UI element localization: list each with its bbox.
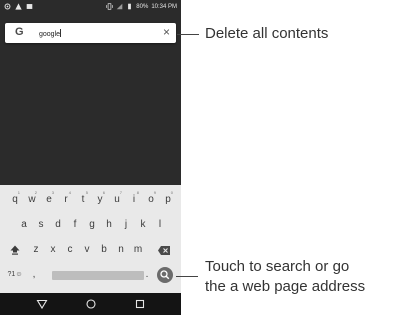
image-icon [26, 4, 33, 9]
text-cursor [60, 29, 62, 37]
search-input[interactable]: google [39, 29, 62, 38]
key-u[interactable]: u7 [109, 190, 125, 210]
comma-key[interactable]: , [28, 265, 40, 285]
keyboard-row-3: z x c v b n m [0, 240, 181, 260]
search-box[interactable]: G google × [5, 23, 176, 43]
backspace-key[interactable] [156, 240, 172, 260]
key-f[interactable]: f [67, 215, 83, 235]
key-a[interactable]: a [16, 215, 32, 235]
key-k[interactable]: k [135, 215, 151, 235]
google-logo-icon: G [15, 26, 24, 38]
signal-icon [116, 3, 123, 10]
search-icon [160, 270, 170, 280]
key-w[interactable]: w2 [24, 190, 40, 210]
key-c[interactable]: c [62, 240, 78, 260]
clear-callout-line [177, 34, 199, 35]
key-s[interactable]: s [33, 215, 49, 235]
key-d[interactable]: d [50, 215, 66, 235]
key-y[interactable]: y6 [92, 190, 108, 210]
space-bar[interactable] [52, 271, 144, 280]
battery-icon [128, 3, 132, 10]
key-t[interactable]: t5 [75, 190, 91, 210]
search-callout-line [176, 276, 198, 277]
key-p[interactable]: p0 [160, 190, 176, 210]
key-m[interactable]: m [130, 240, 146, 260]
recent-apps-icon[interactable] [134, 298, 146, 310]
shift-icon [10, 245, 20, 255]
clear-callout: Delete all contents [205, 25, 329, 42]
clear-button[interactable]: × [163, 25, 170, 39]
key-i[interactable]: i8 [126, 190, 142, 210]
key-g[interactable]: g [84, 215, 100, 235]
phone-screen: 80% 10:34 PM G google × q1 w2 e3 r4 t5 y… [0, 0, 181, 315]
key-v[interactable]: v [79, 240, 95, 260]
key-l[interactable]: l [152, 215, 168, 235]
key-e[interactable]: e3 [41, 190, 57, 210]
settings-icon [4, 3, 11, 10]
home-icon[interactable] [85, 298, 97, 310]
key-r[interactable]: r4 [58, 190, 74, 210]
battery-level: 80% [136, 3, 149, 10]
search-callout-line-1: Touch to search or go [205, 258, 350, 275]
backspace-icon [158, 246, 170, 255]
keyboard-row-2: a s d f g h j k l [0, 215, 181, 235]
period-key[interactable]: . [141, 265, 153, 285]
search-query: google [39, 31, 61, 38]
key-j[interactable]: j [118, 215, 134, 235]
search-callout-line-2: the a web page address [205, 278, 366, 295]
warning-icon [15, 3, 22, 10]
search-key[interactable] [157, 267, 173, 283]
key-h[interactable]: h [101, 215, 117, 235]
on-screen-keyboard: q1 w2 e3 r4 t5 y6 u7 i8 o9 p0 a s d f g … [0, 185, 181, 293]
key-q[interactable]: q1 [7, 190, 23, 210]
navigation-bar [0, 293, 181, 315]
key-z[interactable]: z [28, 240, 44, 260]
key-n[interactable]: n [113, 240, 129, 260]
back-icon[interactable] [36, 298, 48, 310]
keyboard-row-4: ?1☺ , . [0, 265, 181, 285]
keyboard-row-1: q1 w2 e3 r4 t5 y6 u7 i8 o9 p0 [0, 190, 181, 210]
shift-key[interactable] [7, 240, 23, 260]
vibrate-icon [106, 3, 113, 10]
symbols-key[interactable]: ?1☺ [6, 265, 24, 285]
key-x[interactable]: x [45, 240, 61, 260]
key-b[interactable]: b [96, 240, 112, 260]
status-time: 10:34 PM [151, 3, 177, 10]
status-bar: 80% 10:34 PM [0, 0, 181, 14]
key-o[interactable]: o9 [143, 190, 159, 210]
